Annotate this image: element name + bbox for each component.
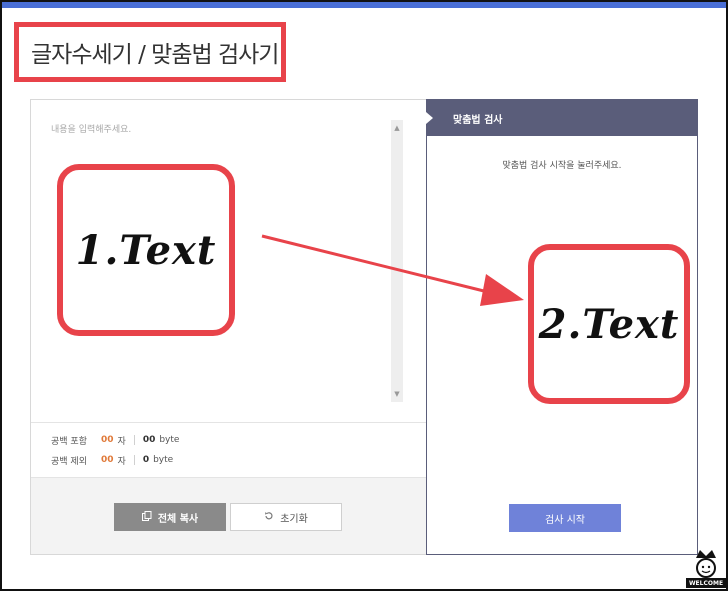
reset-label: 초기화 (280, 513, 308, 525)
scroll-down-icon[interactable]: ▼ (391, 388, 403, 400)
count-label: 공백 제외 (51, 456, 87, 467)
copy-icon (141, 510, 152, 524)
spell-check-title: 맞춤법 검사 (453, 114, 503, 126)
divider (133, 455, 135, 465)
annotation-arrow-icon (261, 234, 524, 306)
scroll-up-icon[interactable]: ▲ (391, 122, 403, 134)
editor-footer: 전체 복사 초기화 (31, 477, 426, 554)
spell-check-message: 맞춤법 검사 시작을 눌러주세요. (502, 161, 622, 171)
count-row-without-spaces: 공백 제외 00 자 0 byte (51, 453, 173, 467)
copy-all-button[interactable]: 전체 복사 (114, 503, 226, 531)
reset-button[interactable]: 초기화 (230, 503, 342, 531)
char-count: 00 (101, 435, 114, 445)
welcome-tag: WELCOME (686, 578, 726, 588)
byte-unit: byte (159, 435, 180, 445)
char-unit: 자 (117, 456, 126, 467)
start-check-button[interactable]: 검사 시작 (509, 504, 621, 532)
byte-unit: byte (153, 455, 174, 465)
page-title-text: 글자수세기 / 맞춤법 검사기 (31, 42, 279, 68)
divider (133, 435, 135, 445)
annotation-box-2: 2.Text (528, 244, 690, 404)
count-row-with-spaces: 공백 포함 00 자 00 byte (51, 433, 179, 447)
character-count-area: 공백 포함 00 자 00 byte 공백 제외 00 자 0 byte (31, 422, 426, 477)
welcome-logo: WELCOME (686, 548, 726, 588)
top-accent-bar (2, 2, 726, 8)
annotation-label-1: 1.Text (75, 226, 217, 274)
crown-mascot-icon (696, 550, 716, 578)
annotation-box-1: 1.Text (57, 164, 235, 336)
header-notch (426, 112, 433, 124)
copy-all-label: 전체 복사 (157, 513, 199, 525)
char-count: 00 (101, 455, 114, 465)
byte-count: 0 (142, 455, 150, 465)
refresh-icon (264, 511, 274, 524)
char-unit: 자 (117, 436, 126, 447)
byte-count: 00 (142, 435, 156, 445)
page-title: 글자수세기 / 맞춤법 검사기 (14, 22, 286, 82)
annotation-label-2: 2.Text (538, 300, 680, 348)
count-label: 공백 포함 (51, 436, 87, 447)
spell-check-header: 맞춤법 검사 (426, 100, 697, 136)
